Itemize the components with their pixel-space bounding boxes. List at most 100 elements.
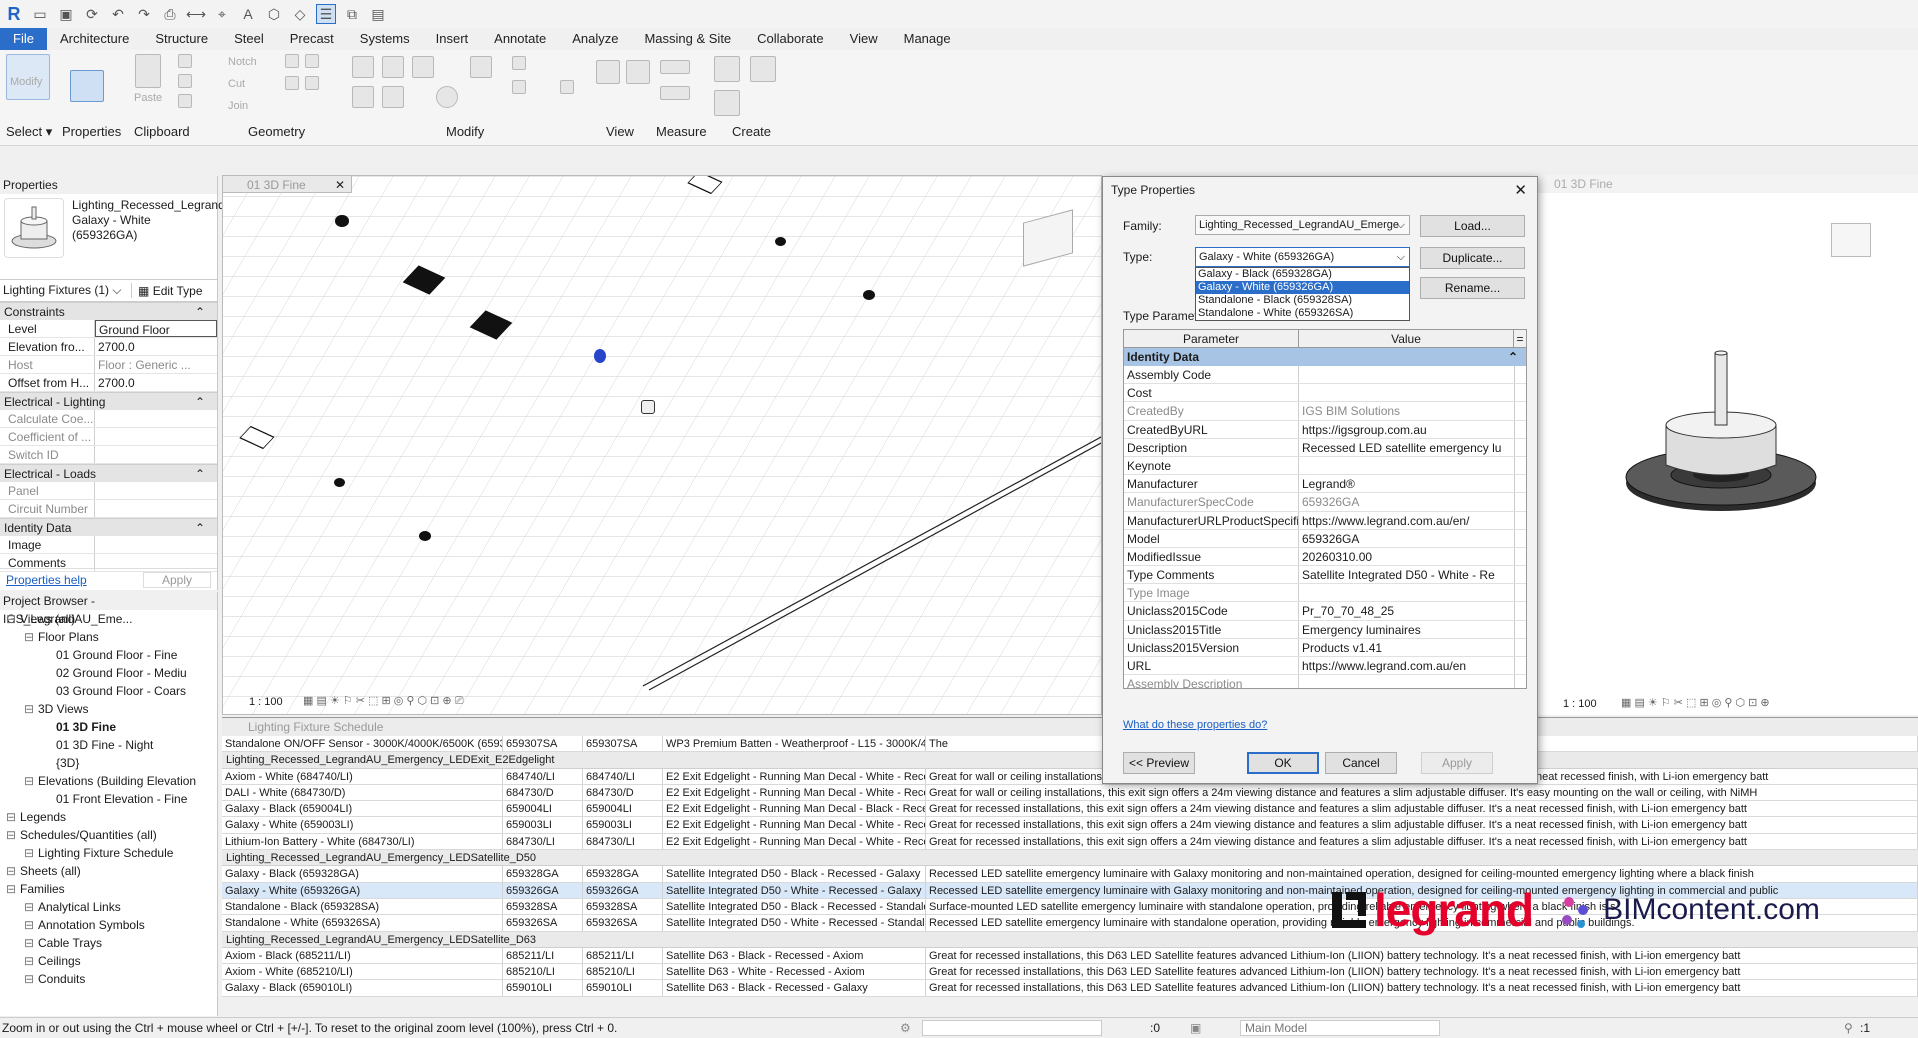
schedule-cell[interactable]: 659307SA <box>583 736 663 752</box>
browser-item[interactable]: ⊟ Analytical Links <box>0 898 217 916</box>
tab-analyze[interactable]: Analyze <box>559 28 631 50</box>
section-identity-data[interactable]: Identity Data ⌃ <box>0 518 217 536</box>
tab-precast[interactable]: Precast <box>277 28 347 50</box>
schedule-cell[interactable]: 659328GA <box>503 866 583 882</box>
match-icon[interactable] <box>178 94 192 108</box>
schedule-cell[interactable]: Satellite D63 - White - Recessed - Axiom <box>663 964 926 980</box>
tab-file[interactable]: File <box>0 28 47 50</box>
browser-item[interactable]: ⊟ Annotation Symbols <box>0 916 217 934</box>
schedule-row[interactable]: DALI - White (684730/D) 684730/D 684730/D E… <box>222 784 1918 802</box>
parameter-row[interactable]: Model 659326GA <box>1124 529 1526 548</box>
param-button[interactable] <box>1514 384 1526 402</box>
expand-icon[interactable]: ⊟ <box>6 808 20 826</box>
align-icon[interactable] <box>352 56 374 78</box>
column-toggle-icon[interactable]: = <box>1514 330 1526 347</box>
property-value[interactable]: Ground Floor <box>95 320 217 337</box>
identity-data-section[interactable]: Identity Data ⌃ <box>1124 348 1526 366</box>
view-control-bar[interactable]: ▦ ▤ ☀ ⚐ ✂ ⬚ ⊞ ◎ ⚲ ⬡ ⊡ ⊕ ⎚ <box>303 694 583 710</box>
schedule-cell[interactable]: 684730/D <box>583 784 663 801</box>
property-row[interactable]: Panel <box>0 482 217 500</box>
browser-item[interactable]: 03 Ground Floor - Coars <box>0 682 217 700</box>
tag-icon[interactable]: ⌖ <box>212 4 232 24</box>
property-value[interactable] <box>95 428 217 445</box>
schedule-cell[interactable]: 659003LI <box>503 817 583 833</box>
schedule-row[interactable]: Axiom - White (684740/LI) 684740/LI 684740… <box>222 768 1918 785</box>
property-value[interactable] <box>95 446 217 463</box>
apply-button[interactable]: Apply <box>1421 752 1493 774</box>
param-button[interactable] <box>1514 620 1526 638</box>
rename-button[interactable]: Rename... <box>1420 277 1525 299</box>
duplicate-button[interactable]: Duplicate... <box>1420 247 1525 269</box>
parameter-row[interactable]: Assembly Description <box>1124 675 1526 688</box>
schedule-row[interactable]: Axiom - White (685210/LI) 685210/LI 685210… <box>222 964 1918 981</box>
browser-item[interactable]: ⊟ Cable Trays <box>0 934 217 952</box>
schedule-cell[interactable]: Standalone - Black (659328SA) <box>222 898 503 915</box>
schedule-cell[interactable]: Satellite D63 - Black - Recessed - Axiom <box>663 947 926 964</box>
thin-lines-icon[interactable]: ☰ <box>316 4 336 24</box>
schedule-cell[interactable]: WP3 Premium Batten - Weatherproof - L15 … <box>663 736 926 752</box>
save-icon[interactable]: ▣ <box>56 4 76 24</box>
browser-item[interactable]: ⊟ Elevations (Building Elevation <box>0 772 217 790</box>
expand-icon[interactable]: ⊟ <box>24 970 38 988</box>
right-view-control-bar[interactable]: ▦ ▤ ☀ ⚐ ✂ ⬚ ⊞ ◎ ⚲ ⬡ ⊡ ⊕ <box>1621 696 1770 709</box>
join-button[interactable]: Join <box>228 100 248 112</box>
parameter-value[interactable] <box>1299 366 1514 383</box>
schedule-cell[interactable]: Great for recessed installations, this D… <box>926 964 1918 980</box>
right-viewport-scale[interactable]: 1 : 100 <box>1563 698 1597 710</box>
schedule-cell[interactable]: Galaxy - White (659326GA) <box>222 882 503 898</box>
browser-item[interactable]: ⊟ Conduits <box>0 970 217 988</box>
section-constraints[interactable]: Constraints ⌃ <box>0 302 217 320</box>
3d-viewport[interactable]: 1 : 100 ▦ ▤ ☀ ⚐ ✂ ⬚ ⊞ ◎ ⚲ ⬡ ⊡ ⊕ ⎚ <box>222 175 1102 715</box>
offset-icon[interactable] <box>382 56 404 78</box>
parameter-row[interactable]: ModifiedIssue 20260310.00 <box>1124 547 1526 567</box>
light-fixture[interactable] <box>594 349 606 363</box>
move-icon[interactable] <box>352 86 374 108</box>
parameter-row[interactable]: Cost <box>1124 384 1526 403</box>
schedule-row[interactable]: Lithium-Ion Battery - White (684730/LI) 6… <box>222 833 1918 851</box>
parameter-row[interactable]: URL https://www.legrand.com.au/en <box>1124 657 1526 676</box>
schedule-cell[interactable]: 659307SA <box>503 736 583 752</box>
type-option[interactable]: Standalone - Black (659328SA) <box>1196 294 1409 307</box>
schedule-cell[interactable]: Galaxy - Black (659004LI) <box>222 801 503 817</box>
browser-item[interactable]: 01 3D Fine <box>0 718 217 736</box>
property-value[interactable] <box>95 536 217 553</box>
parameter-value[interactable] <box>1299 584 1514 601</box>
notch-button[interactable]: Notch <box>228 56 257 68</box>
property-row[interactable]: Circuit Number <box>0 500 217 518</box>
select-menu[interactable]: Select ▾ <box>6 124 52 140</box>
schedule-cell[interactable]: Standalone - White (659326SA) <box>222 915 503 931</box>
parameter-row[interactable]: Description Recessed LED satellite emerge… <box>1124 438 1526 457</box>
parameter-row[interactable]: Uniclass2015Title Emergency luminaires <box>1124 620 1526 639</box>
schedule-cell[interactable]: 684730/LI <box>583 833 663 850</box>
light-fixture[interactable] <box>641 400 655 414</box>
hide-icon[interactable] <box>626 60 650 84</box>
schedule-cell[interactable]: E2 Exit Edgelight - Running Man Decal - … <box>663 817 926 833</box>
schedule-tab[interactable]: Lighting Fixture Schedule <box>222 718 1918 736</box>
properties-help-link[interactable]: Properties help <box>6 573 87 587</box>
ok-button[interactable]: OK <box>1247 752 1319 774</box>
copy-element-icon[interactable] <box>382 86 404 108</box>
expand-icon[interactable]: ⊟ <box>24 772 38 790</box>
light-fixture[interactable] <box>335 215 349 227</box>
param-button[interactable] <box>1514 657 1526 675</box>
view-icon[interactable] <box>596 60 620 84</box>
tab-systems[interactable]: Systems <box>347 28 423 50</box>
parameter-value[interactable]: Pr_70_70_48_25 <box>1299 602 1514 619</box>
geometry-icon-4[interactable] <box>305 76 319 90</box>
parameter-value[interactable]: IGS BIM Solutions <box>1299 402 1514 419</box>
create-parts-icon[interactable] <box>750 56 776 82</box>
filter-icon[interactable]: ⚲ <box>1844 1018 1853 1038</box>
geometry-icon-2[interactable] <box>305 54 319 68</box>
open-icon[interactable]: ▭ <box>30 4 50 24</box>
schedule-cell[interactable]: E2 Exit Edgelight - Running Man Decal - … <box>663 784 926 801</box>
schedule-cell[interactable]: Galaxy - Black (659328GA) <box>222 866 503 882</box>
param-button[interactable] <box>1514 493 1526 511</box>
parameter-value[interactable]: 20260310.00 <box>1299 548 1514 565</box>
expand-icon[interactable]: ⊟ <box>24 934 38 952</box>
cut-button[interactable]: Cut <box>228 78 245 90</box>
parameter-value[interactable]: https://www.legrand.com.au/en <box>1299 657 1514 674</box>
paste-icon[interactable] <box>135 54 161 88</box>
schedule-view[interactable]: Lighting Fixture Schedule Standalone ON/… <box>222 717 1918 997</box>
parameter-row[interactable]: Uniclass2015Version Products v1.41 <box>1124 638 1526 657</box>
section-electrical-lighting[interactable]: Electrical - Lighting ⌃ <box>0 392 217 410</box>
